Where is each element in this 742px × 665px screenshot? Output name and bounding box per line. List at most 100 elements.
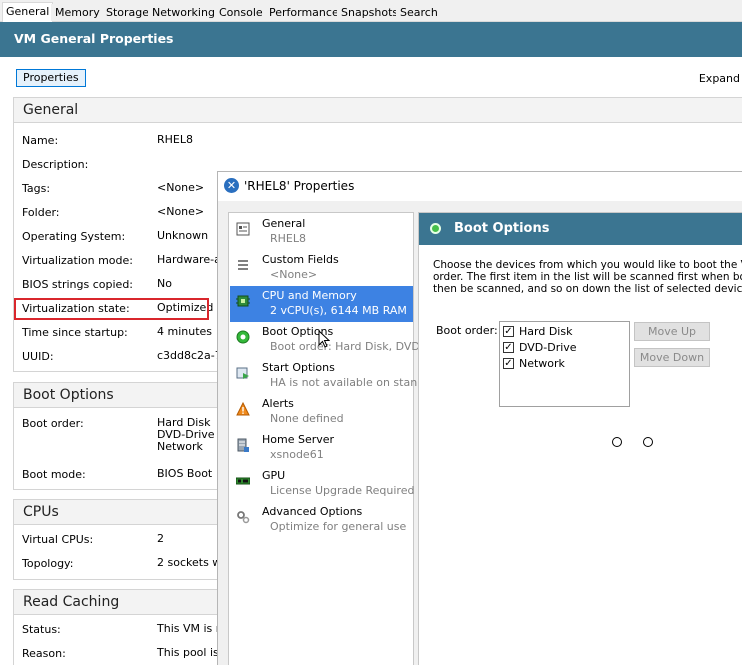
expand-link[interactable]: Expand	[699, 72, 740, 85]
prop-value-uptime: 4 minutes	[157, 325, 213, 338]
dialog-body: General RHEL8 Custom Fields <None> CPU a…	[218, 201, 742, 665]
checkbox-hard-disk[interactable]: ✓	[503, 326, 514, 337]
prop-label-status: Status:	[22, 623, 61, 636]
nav-item-custom-fields[interactable]: Custom Fields <None>	[230, 250, 413, 286]
tab-networking[interactable]: Networking	[148, 4, 219, 21]
page-title: VM General Properties	[14, 31, 174, 46]
start-options-icon	[236, 367, 249, 379]
prop-label-tags: Tags:	[22, 182, 51, 195]
dialog-nav-list: General RHEL8 Custom Fields <None> CPU a…	[228, 212, 430, 665]
tab-performance[interactable]: Performance	[265, 4, 343, 21]
xen-vm-icon: ✕	[224, 178, 239, 193]
nav-item-title: Start Options	[262, 361, 335, 374]
boot-order-list[interactable]: ✓ Hard Disk ✓ DVD-Drive ✓ Network	[499, 321, 630, 407]
nav-item-start-options[interactable]: Start Options HA is not available on sta…	[230, 358, 428, 394]
prop-label-uptime: Time since startup:	[22, 326, 128, 339]
dialog-title-bar[interactable]: ✕ 'RHEL8' Properties	[218, 172, 742, 201]
section-title: General	[14, 98, 742, 123]
prop-label-description: Description:	[22, 158, 89, 171]
nav-item-subtitle: Optimize for general use	[270, 520, 407, 533]
nav-item-subtitle: 2 vCPU(s), 6144 MB RAM	[270, 304, 407, 317]
prop-label-bios-strings: BIOS strings copied:	[22, 278, 134, 291]
boot-device-label: DVD-Drive	[519, 341, 577, 354]
nav-item-title: CPU and Memory	[262, 289, 357, 302]
nav-item-title: Home Server	[262, 433, 335, 446]
prop-value-name: RHEL8	[157, 133, 193, 146]
prop-label-boot-mode: Boot mode:	[22, 468, 86, 481]
prop-value-folder: <None>	[157, 205, 205, 218]
tab-snapshots[interactable]: Snapshots	[337, 4, 403, 21]
page-header: VM General Properties	[0, 22, 742, 57]
nav-item-alerts[interactable]: Alerts None defined	[230, 394, 413, 430]
panel-description-line-2: order. The first item in the list will b…	[433, 271, 742, 283]
prop-value-tags: <None>	[157, 181, 205, 194]
nav-item-subtitle: RHEL8	[270, 232, 306, 245]
boot-icon	[236, 330, 250, 344]
alert-icon	[236, 402, 250, 416]
virtualization-state-highlight	[14, 298, 209, 320]
prop-value-status: This VM is n	[157, 622, 223, 635]
tab-strip: General Memory Storage Networking Consol…	[0, 0, 742, 23]
prop-value-boot-mode: BIOS Boot	[157, 467, 213, 480]
nav-item-subtitle: xsnode61	[270, 448, 324, 461]
prop-label-vcpus: Virtual CPUs:	[22, 533, 94, 546]
prop-value-boot-order-3: Network	[157, 440, 203, 453]
prop-value-os: Unknown	[157, 229, 209, 242]
tab-memory[interactable]: Memory	[51, 4, 104, 21]
loading-dot-icon	[643, 437, 653, 447]
mouse-cursor-icon	[318, 330, 330, 348]
boot-order-label: Boot order:	[436, 324, 498, 337]
prop-label-boot-order: Boot order:	[22, 417, 84, 430]
panel-description-line-3: then be scanned, and so on down the list…	[433, 283, 742, 295]
prop-value-bios-strings: No	[157, 277, 172, 290]
nav-item-title: GPU	[262, 469, 286, 482]
properties-button[interactable]: Properties	[16, 69, 86, 87]
general-icon	[236, 222, 250, 236]
custom-fields-icon	[238, 260, 248, 270]
tab-search[interactable]: Search	[396, 4, 442, 21]
checkbox-dvd-drive[interactable]: ✓	[503, 342, 514, 353]
prop-label-name: Name:	[22, 134, 59, 147]
nav-item-gpu[interactable]: GPU License Upgrade Required	[230, 466, 415, 502]
move-down-button[interactable]: Move Down	[634, 348, 710, 367]
nav-item-title: General	[262, 217, 306, 230]
nav-item-title: Advanced Options	[262, 505, 363, 518]
tab-storage[interactable]: Storage	[102, 4, 154, 21]
prop-label-uuid: UUID:	[22, 350, 54, 363]
nav-item-advanced-options[interactable]: Advanced Options Optimize for general us…	[230, 502, 413, 538]
gpu-icon	[236, 477, 250, 485]
panel-title: Boot Options	[454, 221, 550, 236]
nav-item-cpu-memory[interactable]: CPU and Memory 2 vCPU(s), 6144 MB RAM	[230, 286, 413, 322]
prop-label-os: Operating System:	[22, 230, 126, 243]
prop-label-virt-mode: Virtualization mode:	[22, 254, 133, 267]
properties-dialog: ✕ 'RHEL8' Properties General RHEL8 Custo…	[217, 171, 742, 665]
nav-item-subtitle: Boot order: Hard Disk, DVD...	[270, 340, 431, 353]
nav-item-subtitle: <None>	[270, 268, 318, 281]
nav-item-title: Custom Fields	[262, 253, 339, 266]
cpu-icon	[236, 295, 250, 307]
prop-label-reason: Reason:	[22, 647, 66, 660]
panel-description: Choose the devices from which you would …	[433, 259, 742, 295]
nav-item-subtitle: None defined	[270, 412, 344, 425]
boot-device-label: Hard Disk	[519, 325, 573, 338]
home-server-icon	[237, 438, 249, 452]
nav-item-home-server[interactable]: Home Server xsnode61	[230, 430, 413, 466]
prop-label-topology: Topology:	[22, 557, 74, 570]
panel-header: Boot Options	[419, 213, 742, 245]
dialog-title: 'RHEL8' Properties	[244, 179, 355, 193]
boot-device-label: Network	[519, 357, 565, 370]
loading-dot-icon	[612, 437, 622, 447]
advanced-options-icon	[237, 511, 250, 524]
tab-general[interactable]: General	[2, 2, 54, 23]
prop-label-folder: Folder:	[22, 206, 60, 219]
boot-options-panel: Boot Options Choose the devices from whi…	[418, 212, 742, 665]
boot-status-icon	[430, 223, 441, 234]
prop-value-vcpus: 2	[157, 532, 164, 545]
move-up-button[interactable]: Move Up	[634, 322, 710, 341]
nav-item-subtitle: License Upgrade Required	[270, 484, 415, 497]
nav-item-subtitle: HA is not available on stan...	[270, 376, 428, 389]
tab-console[interactable]: Console	[215, 4, 267, 21]
panel-description-line-1: Choose the devices from which you would …	[433, 259, 742, 271]
checkbox-network[interactable]: ✓	[503, 358, 514, 369]
nav-item-general[interactable]: General RHEL8	[230, 214, 413, 250]
